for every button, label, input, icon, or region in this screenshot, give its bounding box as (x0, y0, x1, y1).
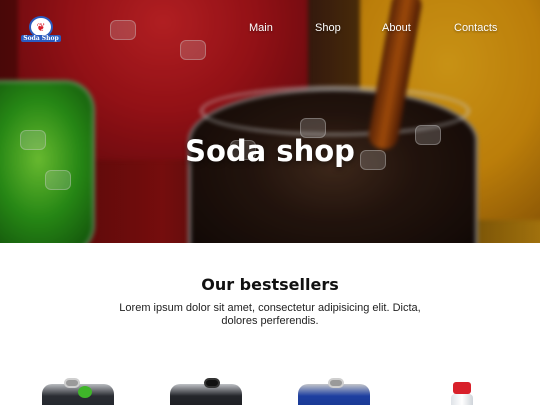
hero-title: Soda shop (185, 134, 355, 168)
nav-link-shop[interactable]: Shop (315, 22, 341, 34)
hero-banner: ❦ Soda Shop Main Shop About Contacts Sod… (0, 0, 540, 243)
can-tab-icon (328, 378, 344, 388)
nav-link-contacts[interactable]: Contacts (454, 22, 497, 34)
green-label-icon (78, 386, 92, 398)
bestsellers-description: Lorem ipsum dolor sit amet, consectetur … (119, 302, 421, 327)
can-tab-icon (64, 378, 80, 388)
bestsellers-products (0, 376, 540, 405)
nav-link-main[interactable]: Main (249, 22, 273, 34)
can-tab-icon (204, 378, 220, 388)
bottle-cap-icon (453, 382, 471, 394)
product-can-green[interactable] (42, 378, 114, 405)
bottle-neck-icon (451, 394, 473, 405)
nav-link-about[interactable]: About (382, 22, 411, 34)
product-can-black[interactable] (170, 378, 242, 405)
product-bottle[interactable] (449, 382, 475, 405)
product-can-blue[interactable] (298, 378, 370, 405)
main-nav: Main Shop About Contacts (0, 22, 540, 38)
bestsellers-title: Our bestsellers (201, 275, 339, 294)
